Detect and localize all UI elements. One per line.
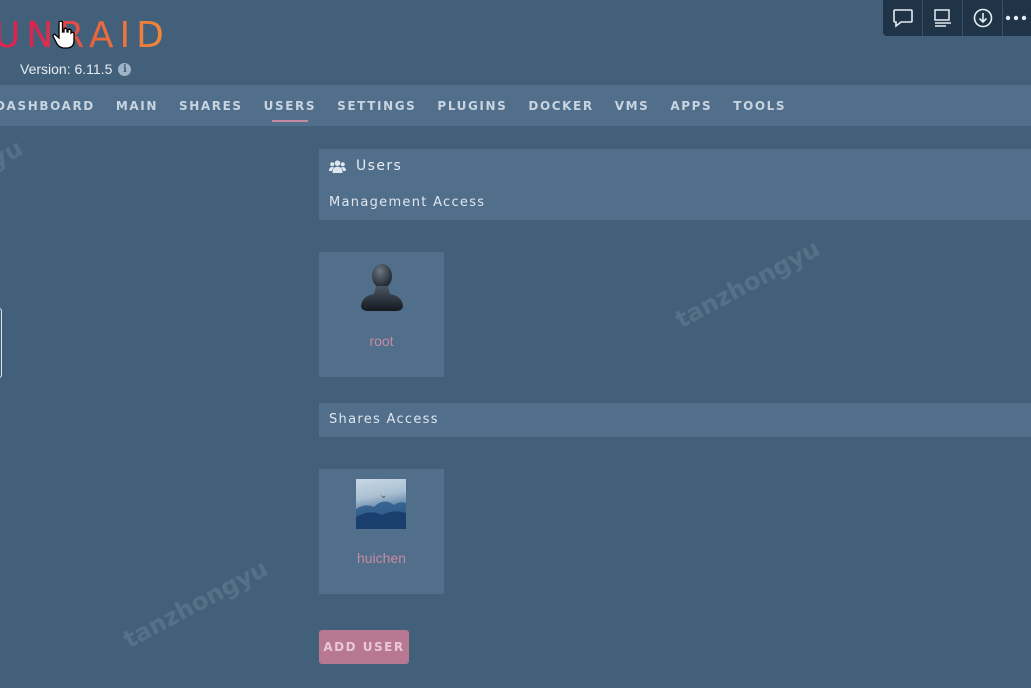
nav-docker[interactable]: DOCKER <box>528 99 593 113</box>
user-name[interactable]: huichen <box>319 550 444 566</box>
version-info: Version: 6.11.5 i <box>20 61 132 77</box>
version-label: Version: 6.11.5 <box>20 61 113 77</box>
main-nav: DASHBOARD MAIN SHARES USERS SETTINGS PLU… <box>0 85 1031 126</box>
feed-icon <box>933 9 951 27</box>
nav-dashboard[interactable]: DASHBOARD <box>0 99 95 113</box>
side-panel-tab[interactable] <box>0 308 2 378</box>
nav-settings[interactable]: SETTINGS <box>337 99 416 113</box>
top-toolbar <box>883 0 1031 36</box>
shares-access-label: Shares Access <box>329 412 439 427</box>
users-title: Users <box>329 158 402 174</box>
download-icon <box>973 8 992 28</box>
chat-icon <box>892 9 913 28</box>
users-panel-header: Users Management Access <box>319 149 1031 220</box>
more-button[interactable] <box>1003 0 1031 36</box>
watermark: yu <box>0 133 28 175</box>
user-avatar-photo <box>356 479 406 529</box>
user-card-huichen[interactable]: huichen <box>319 469 444 594</box>
nav-shares[interactable]: SHARES <box>179 99 243 113</box>
nav-plugins[interactable]: PLUGINS <box>437 99 507 113</box>
default-avatar-icon <box>361 264 403 311</box>
landscape-photo-icon <box>356 495 406 529</box>
feed-button[interactable] <box>923 0 963 36</box>
more-icon <box>1005 15 1027 21</box>
hand-cursor-icon <box>52 20 75 49</box>
shares-access-header: Shares Access <box>319 403 1031 437</box>
unraid-logo[interactable]: UNRAID <box>0 16 170 56</box>
user-name[interactable]: root <box>319 333 444 349</box>
add-user-button[interactable]: ADD USER <box>319 630 409 664</box>
watermark: tanzhongyu <box>670 234 825 334</box>
info-icon[interactable]: i <box>118 62 132 76</box>
download-button[interactable] <box>963 0 1003 36</box>
user-card-root[interactable]: root <box>319 252 444 377</box>
management-access-label: Management Access <box>329 195 486 210</box>
nav-vms[interactable]: VMS <box>615 99 650 113</box>
chat-button[interactable] <box>883 0 923 36</box>
nav-apps[interactable]: APPS <box>670 99 712 113</box>
nav-users[interactable]: USERS <box>264 99 316 122</box>
nav-tools[interactable]: TOOLS <box>733 99 786 113</box>
watermark: tanzhongyu <box>118 554 273 654</box>
users-icon <box>329 159 346 173</box>
users-title-label: Users <box>356 158 403 174</box>
nav-main[interactable]: MAIN <box>116 99 158 113</box>
